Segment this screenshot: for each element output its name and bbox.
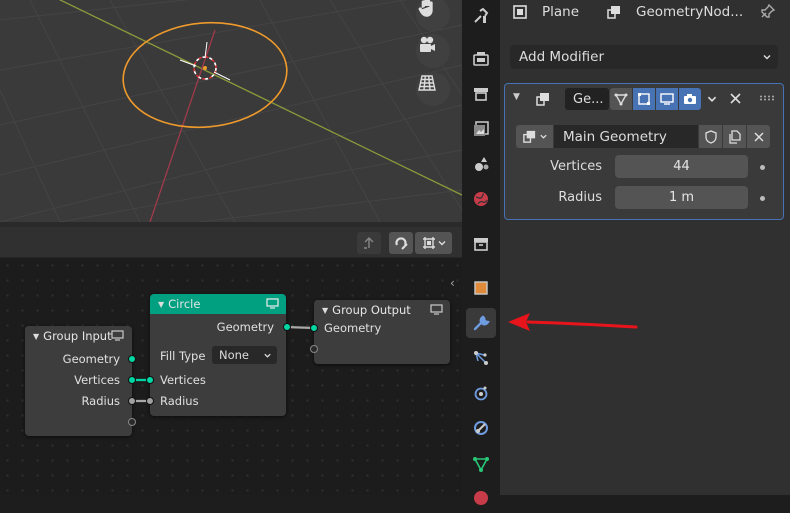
realtime-viewport-icon[interactable] <box>656 88 678 110</box>
object-name: Plane <box>542 4 580 20</box>
chevron-down-icon <box>264 353 271 358</box>
camera-view-icon[interactable] <box>416 34 450 68</box>
pin-icon[interactable] <box>760 3 776 19</box>
selected-circle <box>122 21 288 129</box>
group-input-vertices-socket[interactable] <box>128 376 136 384</box>
properties-header: Plane GeometryNod... <box>500 0 790 28</box>
parent-node-tree-button[interactable] <box>357 232 381 254</box>
snap-magnet-icon[interactable] <box>389 232 413 254</box>
chevron-down-icon[interactable] <box>706 93 718 105</box>
close-icon[interactable] <box>729 92 742 105</box>
modifier-name-field[interactable]: Ge... <box>565 88 609 110</box>
properties-tabs <box>462 0 500 505</box>
unlink-close-icon[interactable] <box>747 125 770 148</box>
chevron-down-icon <box>539 134 547 139</box>
modifier-icon <box>607 6 620 19</box>
group-input-geometry-label: Geometry <box>62 352 120 366</box>
group-input-geometry-socket[interactable] <box>128 355 136 363</box>
circle-output-geometry-label: Geometry <box>216 320 274 334</box>
collapse-triangle-icon[interactable]: ▼ <box>322 306 328 315</box>
properties-editor: Plane GeometryNod... Add Modifier ▼ Ge..… <box>500 0 790 495</box>
tool-settings-icon[interactable] <box>466 1 496 31</box>
fake-user-shield-icon[interactable] <box>699 125 722 148</box>
circle-input-radius-socket[interactable] <box>146 397 154 405</box>
group-input-node-title: Group Input <box>43 329 112 343</box>
node-group-name-field[interactable]: Main Geometry <box>554 125 698 148</box>
duplicate-copy-icon[interactable] <box>723 125 746 148</box>
circle-input-vertices-socket[interactable] <box>146 376 154 384</box>
edit-mode-icon[interactable] <box>633 88 655 110</box>
data-mesh-icon[interactable] <box>466 448 496 478</box>
circle-node-header[interactable]: ▼ Circle <box>150 294 286 314</box>
chevron-down-icon <box>438 241 445 246</box>
group-output-node-header[interactable]: ▼ Group Output <box>314 300 450 320</box>
3d-viewport[interactable] <box>0 0 462 222</box>
circle-input-radius-label: Radius <box>160 394 199 408</box>
chevron-down-icon <box>763 55 771 60</box>
constraints-icon[interactable] <box>466 413 496 443</box>
monitor-icon[interactable] <box>430 304 443 318</box>
modifier-wrench-icon[interactable] <box>466 308 496 338</box>
collapse-triangle-icon[interactable]: ▼ <box>33 332 39 341</box>
group-input-vertices-label: Vertices <box>74 373 120 387</box>
group-output-node[interactable]: ▼ Group Output Geometry <box>310 300 450 364</box>
group-input-node[interactable]: ▼ Group Input Geometry Vertices Radius <box>25 326 136 436</box>
circle-node-title: Circle <box>168 297 201 311</box>
node-editor-canvas[interactable]: ▼ Circle Geometry Fill Type None Vertice… <box>0 258 462 495</box>
scene-icon[interactable] <box>466 149 496 179</box>
vertices-keyframe-dot[interactable] <box>760 165 765 170</box>
modifier-type-icon <box>536 93 549 106</box>
red-annotation-arrow <box>508 313 638 331</box>
world-icon[interactable] <box>466 184 496 214</box>
circle-input-vertices-label: Vertices <box>160 373 206 387</box>
sidebar-expand-chevron-icon[interactable]: ‹ <box>450 276 455 290</box>
vertices-input-field[interactable]: 44 <box>615 155 748 178</box>
monitor-icon[interactable] <box>266 298 279 312</box>
edit-mode-cage-icon[interactable] <box>610 88 632 110</box>
radius-input-label: Radius <box>558 190 602 205</box>
radius-keyframe-dot[interactable] <box>760 196 765 201</box>
group-output-geometry-label: Geometry <box>324 321 382 335</box>
add-modifier-label: Add Modifier <box>519 49 605 65</box>
collapse-triangle-icon[interactable]: ▼ <box>158 300 164 309</box>
perspective-grid-icon[interactable] <box>416 72 450 106</box>
nodegroup-breadcrumb: GeometryNod... <box>636 4 744 20</box>
node-tree-icon <box>522 130 535 143</box>
object-square-icon <box>513 5 527 19</box>
node-group-browse-dropdown[interactable] <box>516 125 553 148</box>
group-output-empty-socket[interactable] <box>310 345 318 353</box>
circle-output-geometry-socket[interactable] <box>283 323 291 331</box>
snap-grid-icon <box>422 237 435 249</box>
material-icon[interactable] <box>466 483 496 513</box>
fill-type-label: Fill Type <box>160 349 206 363</box>
radius-input-field[interactable]: 1 m <box>615 186 748 209</box>
group-output-geometry-socket[interactable] <box>310 324 318 332</box>
group-input-node-header[interactable]: ▼ Group Input <box>25 326 132 346</box>
viewport-grid <box>0 0 462 222</box>
render-icon[interactable] <box>466 44 496 74</box>
group-input-radius-label: Radius <box>81 394 120 408</box>
physics-icon[interactable] <box>466 378 496 408</box>
collapse-triangle-icon[interactable]: ▼ <box>513 92 520 102</box>
fill-type-dropdown[interactable]: None <box>212 346 277 364</box>
drag-handle-icon[interactable] <box>759 95 775 101</box>
vertices-input-label: Vertices <box>550 159 602 174</box>
geometry-nodes-modifier-panel[interactable]: ▼ Ge... Main Geometry Vertices 44 Radius… <box>504 83 784 220</box>
render-camera-icon[interactable] <box>679 88 701 110</box>
group-input-empty-socket[interactable] <box>128 418 136 426</box>
fill-type-value: None <box>219 348 250 362</box>
add-modifier-dropdown[interactable]: Add Modifier <box>510 45 778 69</box>
group-output-node-title: Group Output <box>332 303 411 317</box>
group-input-radius-socket[interactable] <box>128 397 136 405</box>
collection-icon[interactable] <box>466 229 496 259</box>
particles-icon[interactable] <box>466 343 496 373</box>
monitor-icon[interactable] <box>111 330 124 344</box>
output-icon[interactable] <box>466 79 496 109</box>
circle-node[interactable]: ▼ Circle Geometry Fill Type None Vertice… <box>146 294 291 416</box>
object-icon[interactable] <box>466 273 496 303</box>
snap-target-dropdown[interactable] <box>415 232 452 254</box>
node-editor-header <box>0 227 462 258</box>
view-layer-icon[interactable] <box>466 114 496 144</box>
